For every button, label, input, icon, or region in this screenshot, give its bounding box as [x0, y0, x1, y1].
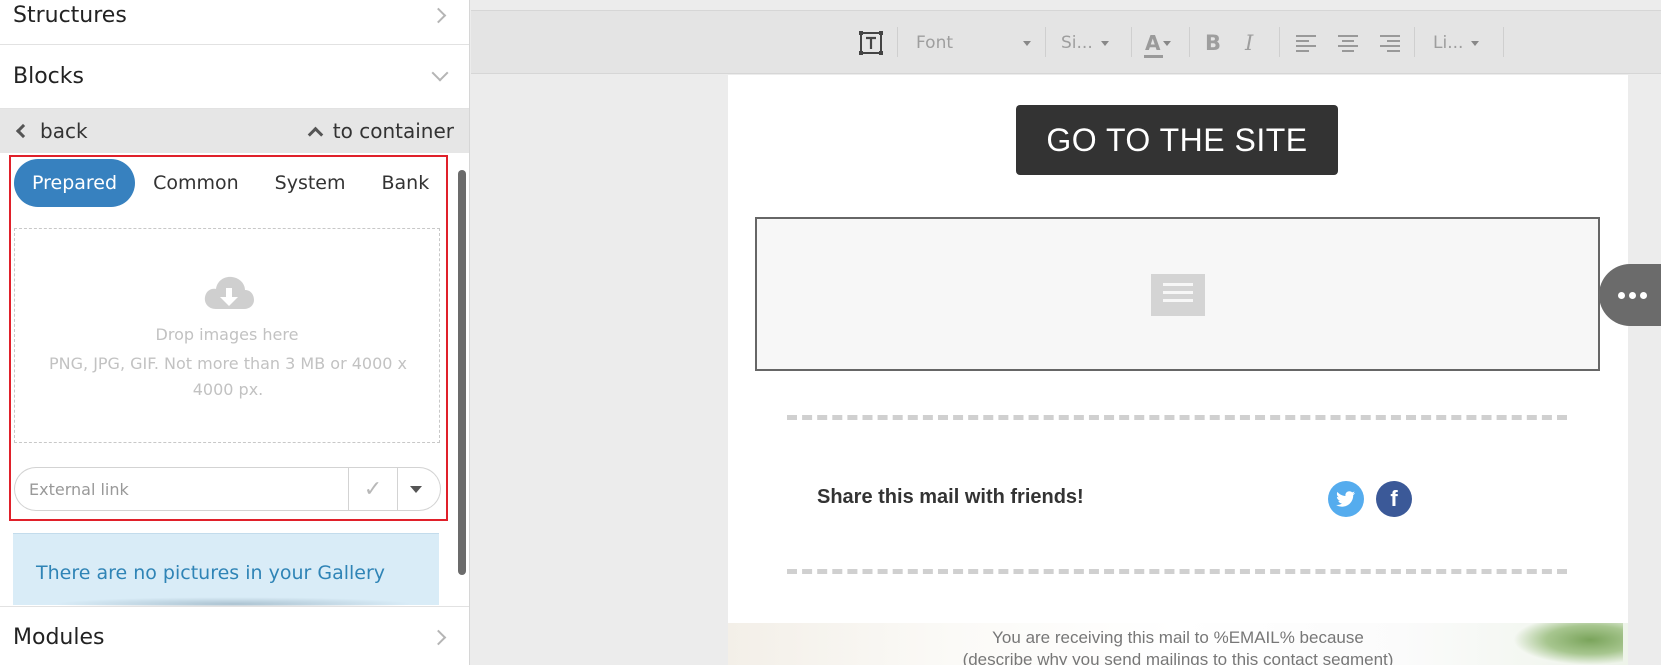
chevron-down-icon	[431, 64, 449, 81]
text-block-icon	[1151, 274, 1205, 316]
text-toolbar: Font Si... A B I Li...	[471, 10, 1661, 74]
sidebar-scrollbar[interactable]	[458, 170, 466, 575]
toolbar-separator	[1279, 27, 1280, 57]
external-link-input[interactable]	[14, 467, 348, 511]
bold-icon: B	[1205, 31, 1222, 55]
align-center-button[interactable]	[1337, 11, 1359, 75]
footer-line-2: (describe why you send mailings to this …	[962, 650, 1394, 665]
caret-down-icon	[1471, 40, 1480, 46]
caret-down-icon	[1163, 40, 1172, 46]
toolbar-separator	[1414, 27, 1415, 57]
link-options-dropdown[interactable]	[398, 467, 441, 511]
font-color-icon: A	[1144, 31, 1163, 58]
text-frame-icon	[859, 31, 883, 55]
chevron-right-icon	[430, 629, 447, 646]
toolbar-separator	[1189, 27, 1190, 57]
accordion-structures-label: Structures	[13, 2, 127, 28]
chevron-left-icon	[15, 123, 31, 139]
email-canvas: GO TO THE SITE Share this mail with frie…	[728, 75, 1628, 665]
image-panel: Prepared Common System Bank Drop images …	[9, 155, 448, 521]
image-source-tabs: Prepared Common System Bank	[14, 159, 447, 207]
line-height-select[interactable]: Li...	[1433, 11, 1480, 75]
dot	[1617, 291, 1625, 299]
gallery-empty-notice: There are no pictures in your Gallery	[13, 533, 439, 611]
align-center-icon	[1338, 35, 1358, 52]
sidebar: Structures Blocks back to container Prep…	[0, 0, 470, 665]
gallery-empty-text: There are no pictures in your Gallery	[36, 562, 386, 584]
block-options-button[interactable]	[1599, 264, 1661, 326]
dot	[1639, 291, 1647, 299]
divider-dashed	[787, 569, 1567, 574]
font-select[interactable]: Font	[916, 11, 1031, 75]
confirm-link-button[interactable]: ✓	[348, 467, 398, 511]
toolbar-separator	[1131, 27, 1132, 57]
empty-text-block[interactable]	[755, 217, 1600, 371]
chevron-right-icon	[430, 7, 447, 23]
footer-line-1: You are receiving this mail to %EMAIL% b…	[992, 628, 1364, 647]
align-right-button[interactable]	[1379, 11, 1401, 75]
email-editor: Font Si... A B I Li... GO TO THE SITE Sh…	[471, 0, 1661, 665]
to-container-label: to container	[332, 119, 454, 143]
scrollbar-thumb[interactable]	[458, 170, 466, 575]
font-select-value: Font	[916, 33, 954, 53]
bold-button[interactable]: B	[1205, 11, 1221, 75]
caret-down-icon	[1100, 40, 1109, 46]
align-left-button[interactable]	[1295, 11, 1317, 75]
back-button[interactable]: back	[14, 119, 88, 143]
dropzone-subtitle: PNG, JPG, GIF. Not more than 3 MB or 400…	[49, 354, 407, 399]
accordion-blocks-label: Blocks	[13, 64, 84, 89]
footer-text: You are receiving this mail to %EMAIL% b…	[728, 627, 1628, 665]
accordion-blocks[interactable]: Blocks	[0, 45, 469, 109]
italic-button[interactable]: I	[1245, 11, 1253, 75]
caret-down-icon	[1023, 40, 1031, 46]
accordion-structures[interactable]: Structures	[0, 0, 469, 45]
tab-system[interactable]: System	[257, 159, 364, 207]
dropzone-title: Drop images here	[155, 325, 299, 344]
accordion-modules[interactable]: Modules	[0, 606, 469, 665]
blocks-nav-bar: back to container	[0, 109, 469, 153]
align-right-icon	[1380, 35, 1400, 52]
tab-bank[interactable]: Bank	[364, 159, 448, 207]
twitter-icon[interactable]	[1328, 481, 1364, 517]
accordion-modules-label: Modules	[13, 625, 105, 650]
facebook-icon[interactable]: f	[1376, 481, 1412, 517]
tab-prepared[interactable]: Prepared	[14, 159, 136, 207]
share-text: Share this mail with friends!	[817, 486, 1084, 508]
chevron-up-icon	[307, 126, 324, 143]
text-frame-button[interactable]	[858, 11, 884, 75]
go-to-site-button[interactable]: GO TO THE SITE	[1016, 105, 1338, 175]
external-link-row: ✓	[14, 467, 441, 511]
dot	[1628, 291, 1636, 299]
toolbar-separator	[897, 27, 898, 57]
cloud-upload-icon	[204, 276, 254, 309]
image-dropzone[interactable]: Drop images here PNG, JPG, GIF. Not more…	[14, 228, 440, 443]
italic-icon: I	[1245, 31, 1254, 55]
line-height-value: Li...	[1433, 33, 1464, 53]
caret-down-icon	[410, 485, 422, 493]
align-left-icon	[1296, 35, 1316, 52]
checkmark-icon: ✓	[363, 476, 383, 501]
back-label: back	[40, 119, 88, 143]
divider-dashed	[787, 415, 1567, 420]
font-color-button[interactable]: A	[1144, 11, 1172, 75]
toolbar-separator	[1503, 27, 1504, 57]
font-size-select[interactable]: Si...	[1061, 11, 1109, 75]
to-container-button[interactable]: to container	[307, 119, 454, 143]
toolbar-separator	[1045, 27, 1046, 57]
tab-common[interactable]: Common	[135, 159, 257, 207]
font-size-value: Si...	[1061, 33, 1093, 53]
